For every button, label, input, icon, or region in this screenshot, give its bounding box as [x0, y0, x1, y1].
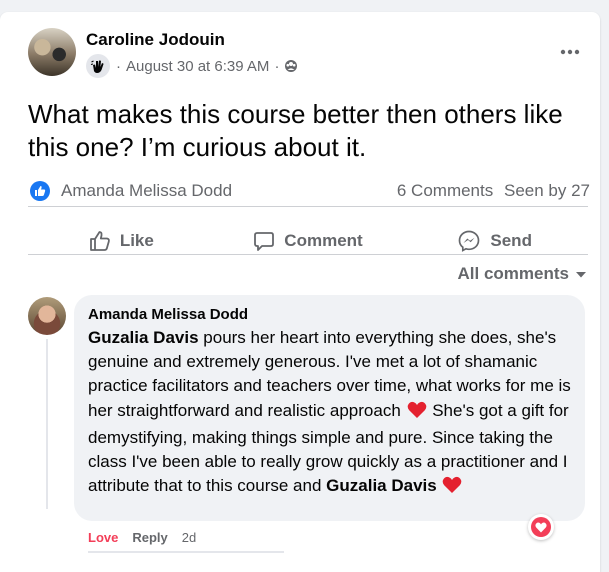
comment-time[interactable]: 2d: [182, 530, 196, 545]
post-meta: · August 30 at 6:39 AM ·: [86, 54, 298, 78]
post-actions: Like Comment Send: [28, 220, 588, 262]
stats-divider: [28, 206, 588, 207]
comments-filter[interactable]: All comments: [458, 264, 587, 284]
author-avatar[interactable]: [28, 28, 76, 76]
hand-wave-icon[interactable]: [86, 54, 110, 78]
love-reaction-icon[interactable]: [528, 514, 554, 540]
comment-text: Guzalia Davis pours her heart into every…: [88, 326, 578, 501]
messenger-send-icon: [459, 230, 480, 252]
input-divider: [88, 551, 284, 553]
comment-bubble: Amanda Melissa Dodd Guzalia Davis pours …: [74, 295, 585, 521]
caret-down-icon: [575, 264, 587, 284]
filter-label: All comments: [457, 264, 569, 283]
like-label: Like: [119, 231, 154, 250]
post-date[interactable]: August 30 at 6:39 AM: [126, 58, 269, 75]
red-heart-icon: [442, 476, 462, 501]
seen-by-count[interactable]: Seen by 27: [504, 181, 590, 200]
meta-separator: ·: [274, 57, 280, 75]
love-reaction-button[interactable]: Love: [88, 530, 118, 545]
post-author-name[interactable]: Caroline Jodouin: [86, 30, 225, 50]
more-options-icon[interactable]: [552, 34, 588, 70]
comment-author-name[interactable]: Amanda Melissa Dodd: [88, 306, 248, 323]
post-text: What makes this course better then other…: [28, 99, 563, 162]
actions-divider: [28, 254, 588, 255]
mention-link[interactable]: Guzalia Davis: [88, 328, 199, 347]
meta-separator: ·: [116, 57, 121, 75]
send-button[interactable]: Send: [401, 220, 588, 262]
comment-bubble-icon: [254, 232, 275, 251]
mention-link[interactable]: Guzalia Davis: [326, 476, 437, 495]
thumbs-up-badge-icon[interactable]: [30, 181, 50, 201]
thread-line: [46, 339, 48, 509]
liked-by-name[interactable]: Amanda Melissa Dodd: [61, 181, 232, 201]
red-heart-icon: [407, 401, 427, 426]
comment-button[interactable]: Comment: [215, 220, 402, 262]
post-counts: 6 Comments Seen by 27: [397, 181, 590, 201]
commenter-avatar[interactable]: [28, 297, 66, 335]
reply-button[interactable]: Reply: [132, 530, 167, 545]
comment-label: Comment: [284, 231, 363, 250]
thumbs-up-icon: [89, 231, 110, 251]
group-privacy-icon: [284, 59, 298, 73]
post-stats: Amanda Melissa Dodd 6 Comments Seen by 2…: [30, 178, 590, 204]
send-label: Send: [490, 231, 532, 250]
comment-actions: Love Reply 2d: [88, 530, 196, 545]
like-button[interactable]: Like: [28, 220, 215, 262]
post-header: Caroline Jodouin · August 30 at 6:39 AM …: [28, 28, 588, 82]
comments-count[interactable]: 6 Comments: [397, 181, 493, 200]
